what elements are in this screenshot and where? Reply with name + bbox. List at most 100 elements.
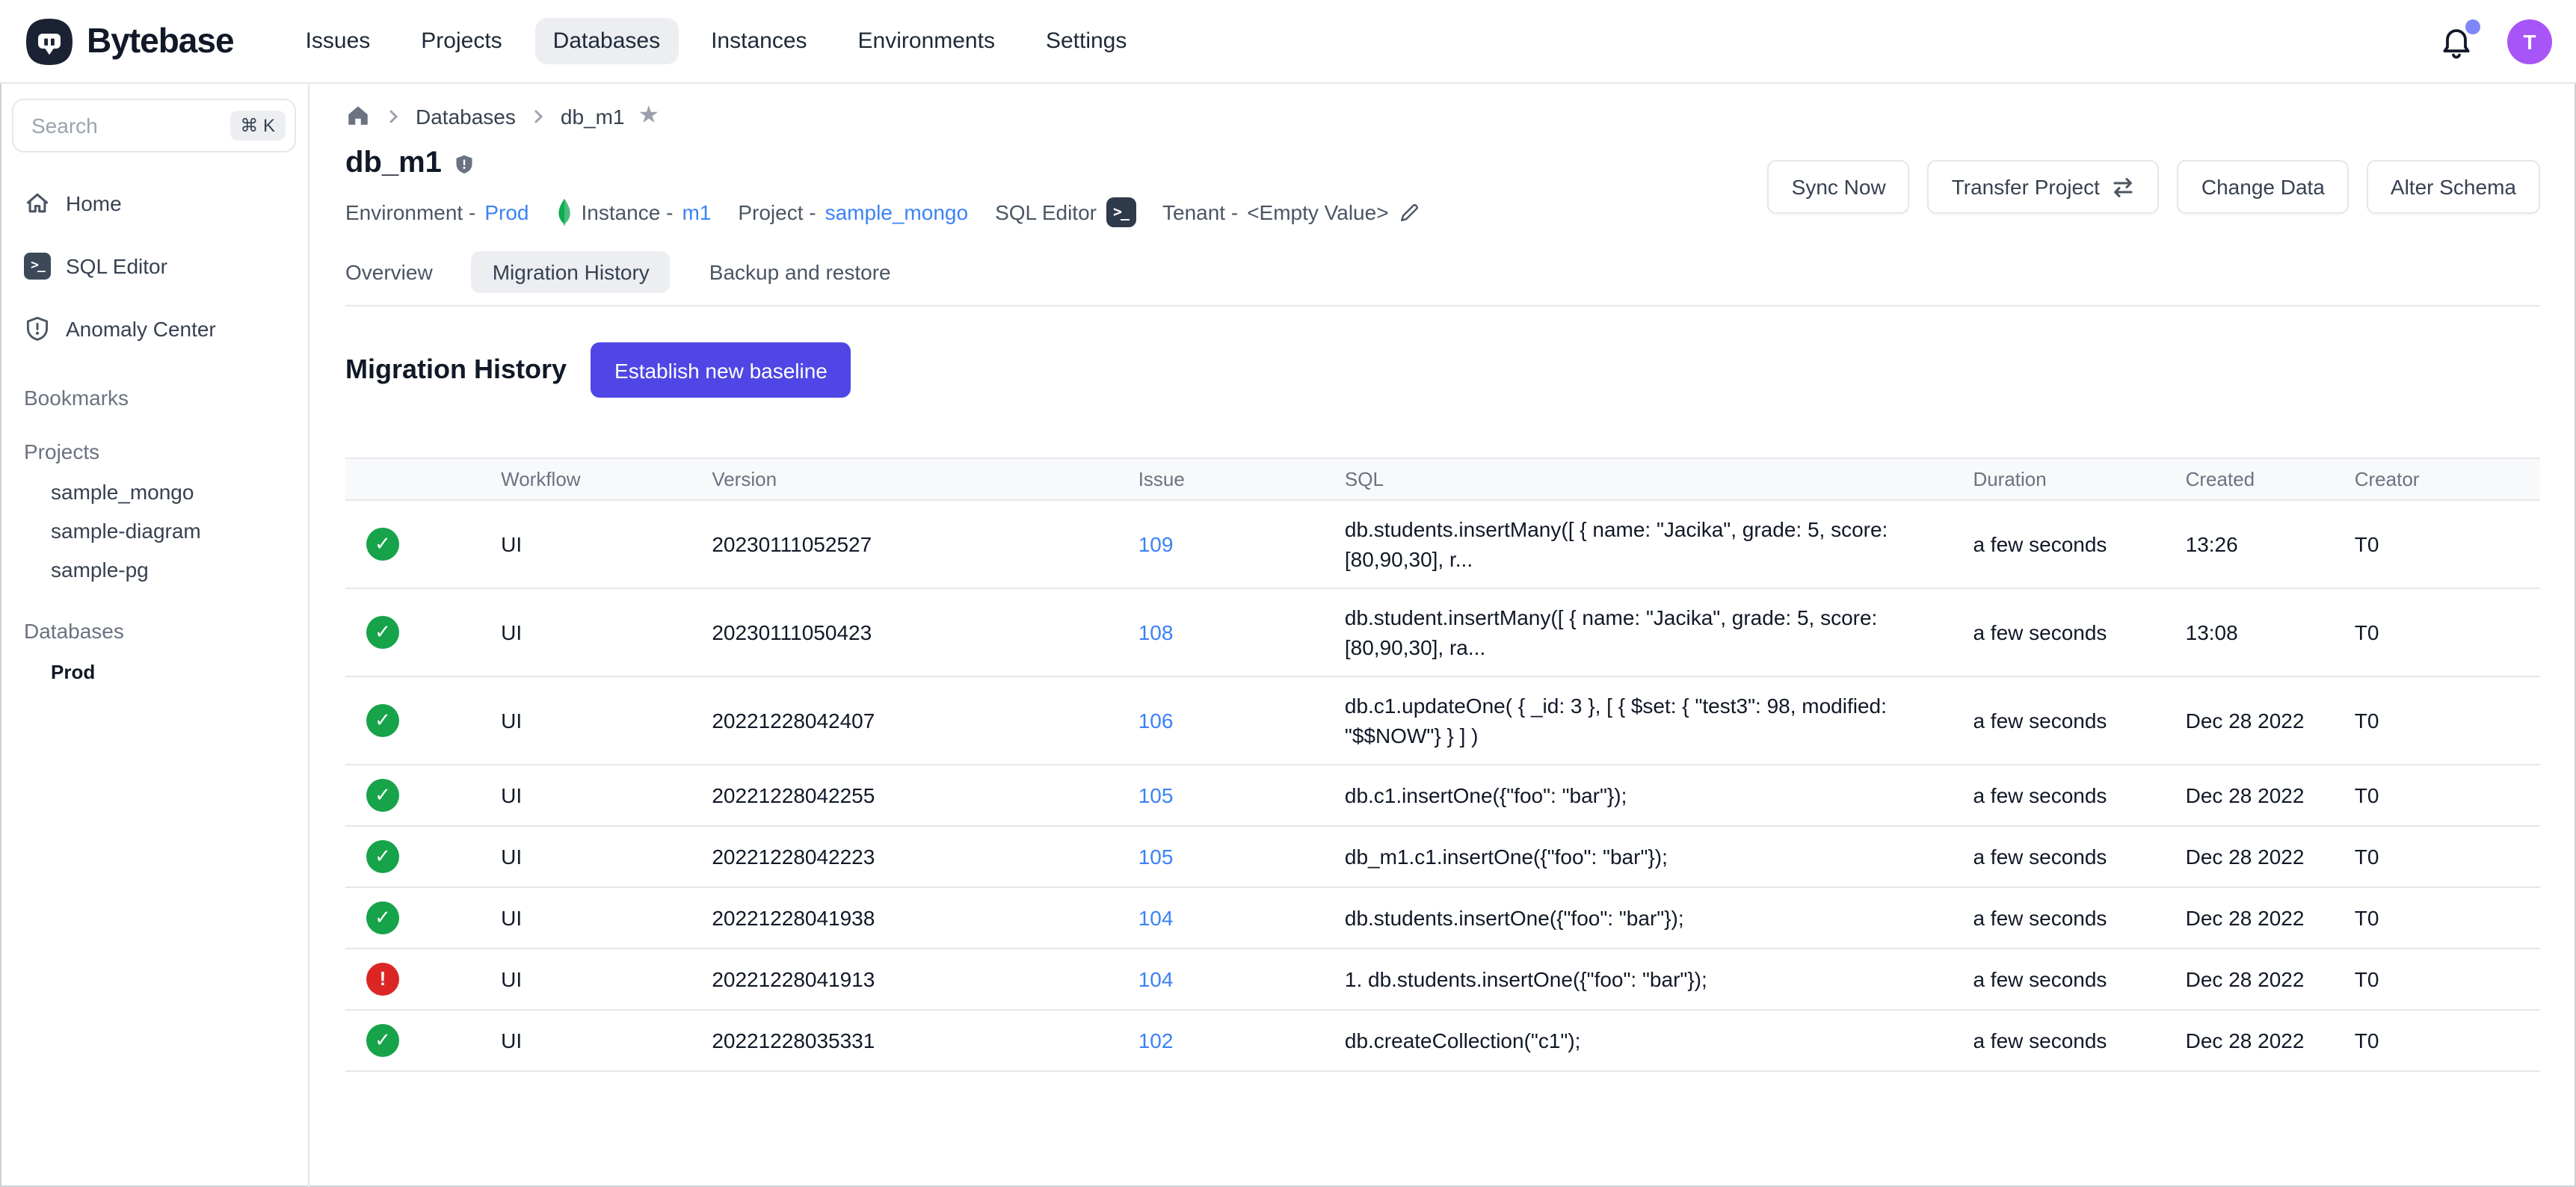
shield-alert-badge-icon (454, 152, 476, 176)
nav-environments[interactable]: Environments (840, 18, 1013, 64)
sidebar-item-label: SQL Editor (66, 254, 167, 278)
terminal-icon[interactable]: >_ (1106, 197, 1136, 227)
tab-migration-history[interactable]: Migration History (472, 251, 671, 293)
sql-cell: db.students.insertOne({"foo": "bar"}); (1345, 887, 1973, 949)
col-created: Created (2186, 458, 2355, 500)
creator-cell: T0 (2355, 826, 2540, 887)
brand-logo[interactable]: Bytebase (24, 16, 234, 67)
table-body: UI 20230111052527 109 db.students.insert… (345, 500, 2540, 1071)
created-cell: Dec 28 2022 (2186, 949, 2355, 1010)
sidebar-project-item[interactable]: sample-pg (12, 550, 296, 589)
issue-link[interactable]: 104 (1138, 906, 1174, 930)
meta-instance: Instance - m1 (555, 197, 711, 227)
duration-cell: a few seconds (1973, 588, 2185, 676)
breadcrumb-databases[interactable]: Databases (416, 104, 516, 128)
sidebar-nav: Home >_ SQL Editor Anomaly Center (12, 176, 296, 356)
section-title: Migration History (345, 354, 567, 386)
sidebar-projects-list: sample_mongosample-diagramsample-pg (12, 472, 296, 589)
top-navbar: Bytebase Issues Projects Databases Insta… (0, 0, 2576, 84)
created-cell: Dec 28 2022 (2186, 826, 2355, 887)
sidebar-project-item[interactable]: sample_mongo (12, 472, 296, 511)
home-breadcrumb-icon[interactable] (345, 103, 371, 129)
created-cell: Dec 28 2022 (2186, 676, 2355, 765)
migration-history-header: Migration History Establish new baseline (345, 342, 2540, 398)
tenant-label: Tenant - (1162, 200, 1238, 224)
home-icon (24, 190, 51, 217)
sidebar-section-projects: Projects (12, 440, 296, 463)
col-issue: Issue (1138, 458, 1345, 500)
creator-cell: T0 (2355, 765, 2540, 826)
search-box[interactable]: ⌘ K (12, 99, 296, 152)
table-row[interactable]: UI 20221228042223 105 db_m1.c1.insertOne… (345, 826, 2540, 887)
issue-link[interactable]: 102 (1138, 1029, 1174, 1052)
col-creator: Creator (2355, 458, 2540, 500)
table-row[interactable]: UI 20221228041913 104 1. db.students.ins… (345, 949, 2540, 1010)
app-window: Bytebase Issues Projects Databases Insta… (0, 0, 2576, 1187)
nav-databases[interactable]: Databases (535, 18, 678, 64)
nav-settings[interactable]: Settings (1028, 18, 1144, 64)
bookmark-star-icon[interactable]: ★ (638, 104, 660, 128)
issue-link[interactable]: 105 (1138, 845, 1174, 869)
search-shortcut-badge: ⌘ K (229, 111, 286, 141)
sidebar-item-anomaly-center[interactable]: Anomaly Center (12, 302, 296, 356)
avatar[interactable]: T (2507, 19, 2552, 64)
page-title: db_m1 (345, 147, 442, 181)
meta-sql-editor[interactable]: SQL Editor >_ (995, 197, 1136, 227)
workflow-cell: UI (501, 500, 712, 588)
sql-cell: db.c1.updateOne( { _id: 3 }, [ { $set: {… (1345, 676, 1973, 765)
sql-cell: 1. db.students.insertOne({"foo": "bar"})… (1345, 949, 1973, 1010)
change-data-button[interactable]: Change Data (2178, 160, 2349, 214)
table-row[interactable]: UI 20230111052527 109 db.students.insert… (345, 500, 2540, 588)
table-row[interactable]: UI 20221228042407 106 db.c1.updateOne( {… (345, 676, 2540, 765)
sidebar-item-home[interactable]: Home (12, 176, 296, 230)
version-cell: 20221228035331 (712, 1010, 1138, 1071)
edit-pencil-icon[interactable] (1398, 201, 1420, 223)
meta-tenant: Tenant - <Empty Value> (1162, 200, 1420, 224)
tab-backup-and-restore[interactable]: Backup and restore (709, 251, 891, 293)
notification-dot (2465, 19, 2480, 34)
sidebar-project-item[interactable]: sample-diagram (12, 511, 296, 550)
chevron-right-icon (529, 107, 547, 125)
workflow-cell: UI (501, 949, 712, 1010)
issue-link[interactable]: 105 (1138, 783, 1174, 807)
duration-cell: a few seconds (1973, 826, 2185, 887)
tab-overview[interactable]: Overview (345, 251, 433, 293)
table-row[interactable]: UI 20221228042255 105 db.c1.insertOne({"… (345, 765, 2540, 826)
creator-cell: T0 (2355, 887, 2540, 949)
notification-bell-icon[interactable] (2438, 23, 2474, 59)
breadcrumb: Databases db_m1 ★ (345, 103, 2540, 129)
sql-cell: db.createCollection("c1"); (1345, 1010, 1973, 1071)
instance-link[interactable]: m1 (682, 200, 711, 224)
transfer-project-button[interactable]: Transfer Project (1928, 160, 2160, 214)
workflow-cell: UI (501, 1010, 712, 1071)
nav-issues[interactable]: Issues (288, 18, 389, 64)
environment-link[interactable]: Prod (484, 200, 529, 224)
col-status (345, 458, 501, 500)
duration-cell: a few seconds (1973, 949, 2185, 1010)
table-row[interactable]: UI 20230111050423 108 db.student.insertM… (345, 588, 2540, 676)
nav-projects[interactable]: Projects (403, 18, 520, 64)
sidebar: ⌘ K Home >_ SQL Editor (0, 84, 309, 1187)
creator-cell: T0 (2355, 500, 2540, 588)
issue-link[interactable]: 106 (1138, 709, 1174, 733)
created-cell: Dec 28 2022 (2186, 887, 2355, 949)
project-link[interactable]: sample_mongo (825, 200, 968, 224)
search-input[interactable] (28, 112, 229, 139)
sidebar-section-databases: Databases (12, 619, 296, 643)
sync-now-button[interactable]: Sync Now (1768, 160, 1910, 214)
duration-cell: a few seconds (1973, 765, 2185, 826)
nav-instances[interactable]: Instances (693, 18, 825, 64)
created-cell: 13:26 (2186, 500, 2355, 588)
breadcrumb-current[interactable]: db_m1 (561, 104, 625, 128)
alter-schema-button[interactable]: Alter Schema (2367, 160, 2540, 214)
sidebar-item-label: Home (66, 191, 122, 215)
table-row[interactable]: UI 20221228035331 102 db.createCollectio… (345, 1010, 2540, 1071)
database-meta: Environment - Prod Instance - m1 Project… (345, 197, 1435, 227)
issue-link[interactable]: 108 (1138, 620, 1174, 644)
table-row[interactable]: UI 20221228041938 104 db.students.insert… (345, 887, 2540, 949)
establish-baseline-button[interactable]: Establish new baseline (591, 342, 851, 398)
sidebar-item-sql-editor[interactable]: >_ SQL Editor (12, 239, 296, 293)
issue-link[interactable]: 104 (1138, 967, 1174, 991)
issue-link[interactable]: 109 (1138, 532, 1174, 556)
sidebar-database-item[interactable]: Prod (12, 652, 296, 692)
